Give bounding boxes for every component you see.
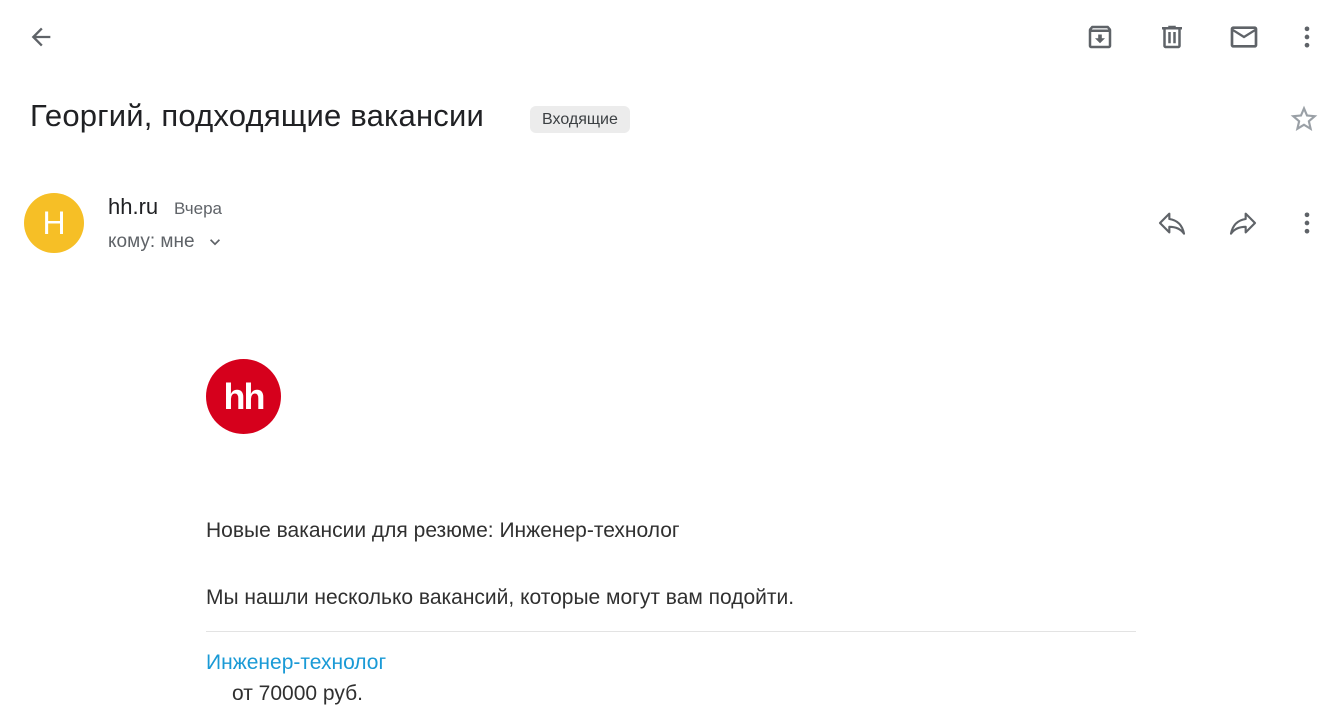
label-chip-inbox[interactable]: Входящие: [530, 106, 630, 133]
reply-button[interactable]: [1150, 201, 1194, 245]
email-subject: Георгий, подходящие вакансии: [30, 98, 484, 133]
divider: [206, 631, 1136, 632]
forward-icon: [1229, 212, 1257, 235]
back-button[interactable]: [19, 15, 63, 59]
more-options-button[interactable]: [1285, 15, 1329, 59]
recipient-details-toggle[interactable]: кому: мне: [108, 231, 225, 253]
vacancy-salary: от 70000 руб.: [232, 682, 363, 705]
vacancy-link[interactable]: Инженер-технолог: [206, 651, 386, 675]
delete-button[interactable]: [1150, 15, 1194, 59]
forward-button[interactable]: [1221, 201, 1265, 245]
reply-icon: [1158, 212, 1186, 235]
mark-unread-button[interactable]: [1222, 15, 1266, 59]
star-button[interactable]: [1282, 97, 1326, 141]
recipient-label: кому: мне: [108, 231, 195, 252]
archive-icon: [1088, 25, 1112, 49]
trash-icon: [1162, 25, 1182, 49]
message-more-button[interactable]: [1285, 201, 1329, 245]
email-intro: Мы нашли несколько вакансий, которые мог…: [206, 586, 795, 609]
arrow-back-icon: [31, 27, 51, 47]
sender-avatar[interactable]: H: [24, 193, 84, 253]
more-vert-icon: [1304, 212, 1310, 234]
chevron-down-icon: [205, 232, 225, 252]
more-vert-icon: [1304, 26, 1310, 48]
mail-icon: [1230, 26, 1258, 48]
archive-button[interactable]: [1078, 15, 1122, 59]
sender-name: hh.ru: [108, 194, 159, 219]
hh-logo[interactable]: hh: [206, 359, 281, 434]
star-outline-icon: [1290, 105, 1318, 131]
sent-time: Вчера: [174, 199, 222, 218]
email-heading: Новые вакансии для резюме: Инженер-техно…: [206, 519, 680, 542]
